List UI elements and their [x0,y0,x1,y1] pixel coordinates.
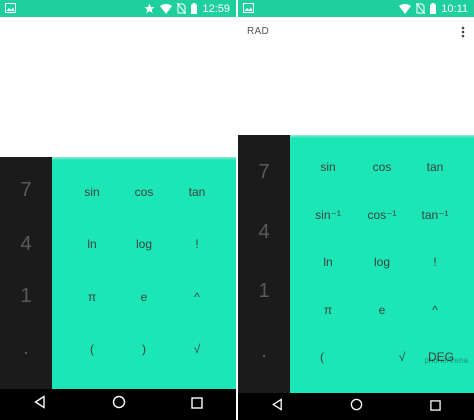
status-bar: 12:59 [0,0,236,17]
number-column: 7 4 1 . [0,157,52,389]
keypad: 7 4 1 . sin cos tan ln log ! π e ^ ( ) √ [0,157,236,389]
calculator-display [0,17,236,157]
e-key[interactable]: e [118,290,170,304]
wifi-icon [160,3,173,14]
close-paren-key[interactable]: ) [118,342,170,356]
power-key[interactable]: ^ [409,303,461,317]
e-key[interactable]: e [356,303,408,317]
open-paren-key[interactable]: ( [296,350,348,364]
navigation-bar [0,389,236,420]
status-bar: 10:11 [238,0,474,17]
recents-icon[interactable] [191,396,204,414]
pi-key[interactable]: π [66,290,118,304]
back-icon[interactable] [271,397,284,416]
back-icon[interactable] [33,395,47,414]
arccos-key[interactable]: cos⁻¹ [356,208,408,222]
angle-mode-label: RAD [247,26,270,37]
number-key-7[interactable]: 7 [238,161,290,184]
overflow-menu-icon[interactable] [461,25,465,43]
calculator-display: RAD [238,17,474,135]
calculator-screen-right: 10:11 RAD 7 4 1 . sin cos tan sin⁻¹ cos⁻… [238,0,474,420]
image-icon [243,3,254,13]
advanced-panel: sin cos tan ln log ! π e ^ ( ) √ [52,157,236,389]
recents-icon[interactable] [430,398,441,416]
power-key[interactable]: ^ [171,290,223,304]
ln-key[interactable]: ln [66,237,118,251]
ln-key[interactable]: ln [302,255,354,269]
panel-shadow [290,135,474,138]
home-icon[interactable] [350,398,363,416]
sin-key[interactable]: sin [302,160,354,174]
no-sim-icon [177,3,187,14]
open-paren-key[interactable]: ( [66,342,118,356]
wifi-icon [399,3,412,14]
star-icon [144,3,156,14]
factorial-key[interactable]: ! [171,237,223,251]
keypad: 7 4 1 . sin cos tan sin⁻¹ cos⁻¹ tan⁻¹ ln… [238,135,474,393]
number-key-4[interactable]: 4 [238,221,290,244]
status-time: 10:11 [441,2,468,15]
battery-icon [430,3,437,14]
watermark: phoneArena [424,356,468,365]
image-icon [5,3,16,13]
cos-key[interactable]: cos [356,160,408,174]
arcsin-key[interactable]: sin⁻¹ [302,208,354,222]
pi-key[interactable]: π [302,303,354,317]
tan-key[interactable]: tan [171,185,223,199]
number-key-1[interactable]: 1 [0,285,52,308]
log-key[interactable]: log [118,237,170,251]
decimal-key[interactable]: . [0,337,52,360]
number-key-7[interactable]: 7 [0,179,52,202]
arctan-key[interactable]: tan⁻¹ [409,208,461,222]
sin-key[interactable]: sin [66,185,118,199]
status-time: 12:59 [202,2,230,15]
no-sim-icon [416,3,426,14]
tan-key[interactable]: tan [409,160,461,174]
advanced-panel: sin cos tan sin⁻¹ cos⁻¹ tan⁻¹ ln log ! π… [290,135,474,393]
battery-icon [191,3,198,14]
home-icon[interactable] [112,395,126,414]
sqrt-key[interactable]: √ [171,342,223,356]
navigation-bar [238,393,474,420]
number-key-4[interactable]: 4 [0,233,52,256]
panel-shadow [52,157,236,160]
cos-key[interactable]: cos [118,185,170,199]
number-column: 7 4 1 . [238,135,290,393]
calculator-screen-left: 12:59 7 4 1 . sin cos tan ln log ! π e ^… [0,0,236,420]
decimal-key[interactable]: . [238,340,290,363]
factorial-key[interactable]: ! [409,255,461,269]
number-key-1[interactable]: 1 [238,280,290,303]
log-key[interactable]: log [356,255,408,269]
